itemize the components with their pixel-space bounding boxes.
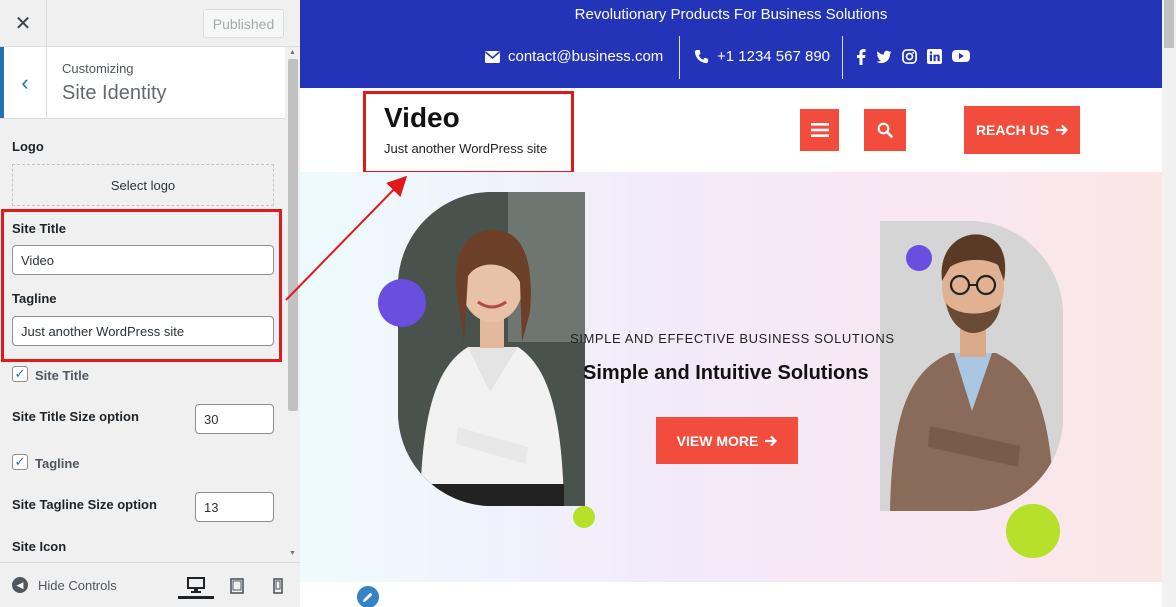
customizer-window: ✕ Published ‹ Customizing Site Identity … [0,0,1176,607]
annotation-arrow [285,175,408,301]
page-scrollbar-thumb[interactable] [1164,0,1174,48]
page-scrollbar[interactable] [1162,0,1176,607]
